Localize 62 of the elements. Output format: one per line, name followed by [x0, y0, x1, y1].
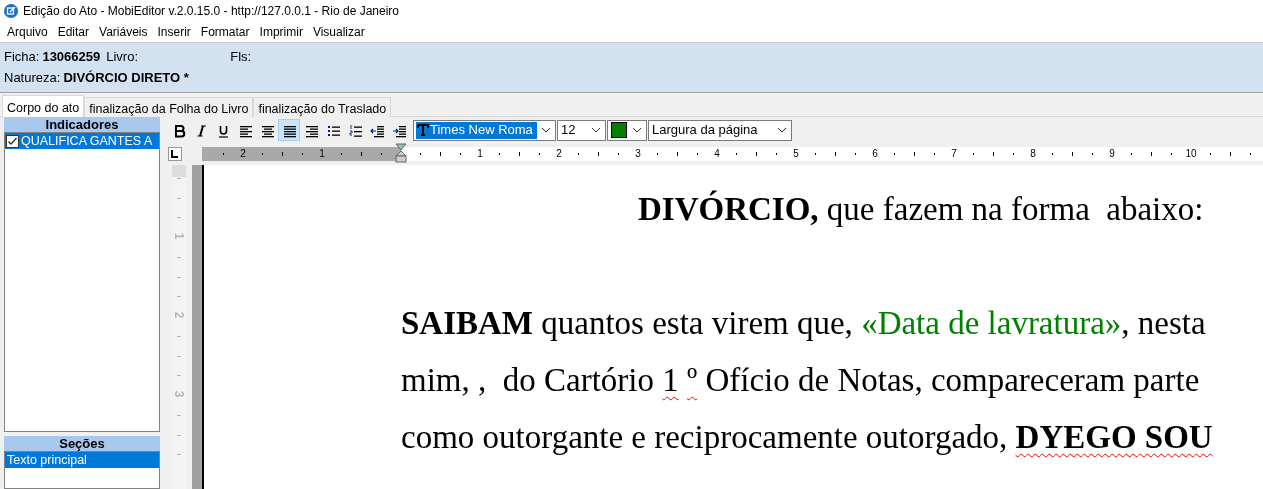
- ruler-number: 1: [319, 147, 325, 161]
- panel-header: Seções: [4, 435, 160, 451]
- list-item[interactable]: QUALIFICA GANTES A: [5, 133, 159, 149]
- document-text: mim, , do Cartório: [401, 362, 655, 398]
- menu-item[interactable]: Imprimir: [254, 23, 308, 41]
- ruler-number: 8: [1030, 147, 1036, 161]
- ruler-number: 6: [872, 147, 878, 161]
- ruler-number: 1: [477, 147, 483, 161]
- field-label: Fls:: [230, 47, 252, 66]
- ruler-number: 5: [793, 147, 799, 161]
- ruler-number: 7: [951, 147, 957, 161]
- tab-stop-icon[interactable]: [168, 147, 182, 161]
- app-icon: [4, 4, 18, 18]
- ruler-number: 1: [173, 231, 185, 242]
- caret-icon: [541, 127, 551, 133]
- field-label: Natureza:: [4, 69, 61, 88]
- numbered-list-icon: [347, 122, 363, 138]
- document-text: DIVÓRCIO, que fazem na forma abaixo:: [638, 191, 1204, 227]
- tab[interactable]: Corpo do ato: [2, 95, 85, 118]
- checkbox[interactable]: [6, 134, 19, 148]
- variable-field: «Data de lavratura»: [861, 305, 1122, 341]
- menu-item[interactable]: Inserir: [152, 23, 196, 41]
- ruler-margin: [172, 165, 186, 177]
- menu-item[interactable]: Editar: [52, 23, 95, 41]
- document-text: , nesta: [1121, 305, 1206, 341]
- ruler-number: 2: [240, 147, 246, 161]
- caret-icon: [591, 127, 601, 133]
- caret-icon: [632, 127, 642, 133]
- menu-item[interactable]: Visualizar: [307, 23, 370, 41]
- document-text: DYEGO SOU: [1015, 419, 1213, 455]
- menu-item[interactable]: Variáveis: [94, 23, 153, 41]
- document-text: SAIBAM quantos esta virem que,: [401, 305, 854, 341]
- justify-button[interactable]: [278, 119, 300, 141]
- document-text: º: [686, 362, 698, 398]
- menu-item[interactable]: Arquivo: [2, 23, 53, 41]
- ruler-number: 3: [635, 147, 641, 161]
- color-dropdown[interactable]: [607, 119, 647, 141]
- font-type-icon: [417, 124, 429, 136]
- ruler-number: 4: [714, 147, 720, 161]
- caret-icon: [777, 127, 787, 133]
- ruler-number: 9: [1109, 147, 1115, 161]
- panel-header: Indicadores: [4, 117, 160, 132]
- window-title: Edição do Ato - MobiEditor v.2.0.15.0 - http://127.0.0.1 - Rio de Janeiro: [23, 3, 399, 20]
- ruler-number: 10: [1185, 147, 1197, 161]
- document-text: Ofício de Notas, compareceram parte: [704, 362, 1200, 398]
- indent-marker-icon[interactable]: [395, 143, 407, 163]
- document-text: como outorgante e reciprocamente outorgado,: [401, 419, 1009, 455]
- field-value: 13066259: [42, 47, 101, 66]
- field-label: Livro:: [106, 47, 140, 66]
- ruler-number: 3: [173, 389, 185, 400]
- field-value: DIVÓRCIO DIRETO *: [63, 69, 189, 88]
- document-text: 1: [662, 362, 679, 398]
- font-size-dropdown[interactable]: 12: [557, 119, 606, 141]
- menu-item[interactable]: Formatar: [195, 23, 255, 41]
- tab[interactable]: finalização do Traslado: [253, 97, 392, 117]
- font-dropdown[interactable]: Times New Roma: [413, 119, 556, 141]
- zoom-dropdown[interactable]: Largura da página: [648, 119, 792, 141]
- tab[interactable]: finalização da Folha do Livro: [84, 97, 254, 117]
- list-item[interactable]: Texto principal: [5, 451, 159, 468]
- ruler-number: 2: [173, 310, 185, 321]
- field-label: Ficha:: [4, 47, 40, 66]
- ruler-number: 2: [556, 147, 562, 161]
